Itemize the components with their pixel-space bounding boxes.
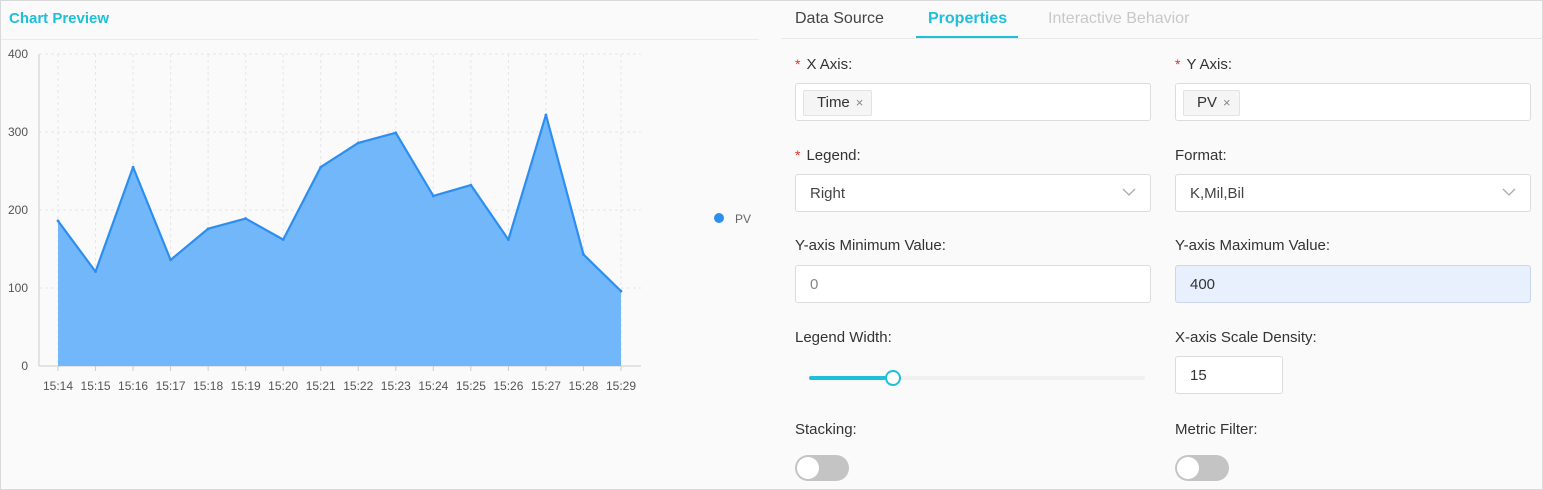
- data-point: [169, 258, 173, 262]
- slider-fill: [809, 376, 893, 380]
- x-tick-label: 15:19: [231, 379, 261, 393]
- y-tick-label: 100: [8, 281, 28, 295]
- x-axis-field[interactable]: Time ×: [795, 83, 1151, 121]
- config-tabs: Data Source Properties Interactive Behav…: [781, 1, 1543, 39]
- data-point: [619, 289, 623, 293]
- remove-tag-icon[interactable]: ×: [1223, 95, 1231, 110]
- format-select-value: K,Mil,Bil: [1190, 185, 1245, 202]
- data-point: [319, 165, 323, 169]
- active-tab-indicator: [916, 36, 1018, 38]
- format-label: Format:: [1175, 147, 1227, 164]
- xdensity-label: X-axis Scale Density:: [1175, 329, 1317, 346]
- xdensity-input[interactable]: 15: [1175, 356, 1283, 394]
- data-point: [544, 113, 548, 117]
- x-axis-label: * X Axis:: [795, 56, 853, 73]
- x-tick-label: 15:29: [606, 379, 636, 393]
- chevron-down-icon: [1122, 188, 1136, 196]
- legend-label: PV: [735, 212, 751, 226]
- series-area-0: [58, 114, 621, 366]
- y-axis-tag: PV ×: [1183, 90, 1240, 116]
- data-point: [507, 238, 510, 242]
- x-tick-label: 15:27: [531, 379, 561, 393]
- x-tick-label: 15:16: [118, 379, 148, 393]
- data-point: [206, 227, 210, 231]
- data-point: [244, 217, 248, 220]
- stacking-label: Stacking:: [795, 421, 857, 438]
- legend-select-value: Right: [810, 185, 846, 202]
- y-tick-label: 0: [21, 359, 28, 373]
- data-point: [469, 183, 473, 187]
- required-asterisk-icon: *: [795, 56, 801, 72]
- data-point: [582, 253, 585, 256]
- data-point: [131, 165, 135, 169]
- toggle-knob: [797, 457, 819, 479]
- metric-filter-label: Metric Filter:: [1175, 421, 1258, 438]
- y-tick-label: 400: [8, 47, 28, 61]
- ymax-label: Y-axis Maximum Value:: [1175, 237, 1331, 254]
- x-tick-label: 15:25: [456, 379, 486, 393]
- x-tick-label: 15:26: [493, 379, 523, 393]
- data-point: [356, 141, 360, 145]
- ymax-input-value: 400: [1190, 276, 1216, 293]
- x-tick-label: 15:24: [418, 379, 448, 393]
- stacking-toggle[interactable]: [795, 455, 849, 481]
- legend-width-label: Legend Width:: [795, 329, 892, 346]
- data-point: [56, 219, 60, 223]
- slider-handle[interactable]: [885, 370, 901, 386]
- format-select[interactable]: K,Mil,Bil: [1175, 174, 1531, 212]
- legend-select[interactable]: Right: [795, 174, 1151, 212]
- x-axis-tag: Time ×: [803, 90, 873, 116]
- data-point: [431, 194, 435, 198]
- tab-interactive-behavior[interactable]: Interactive Behavior: [1048, 10, 1189, 28]
- y-tick-label: 300: [8, 125, 28, 139]
- x-tick-label: 15:28: [568, 379, 598, 393]
- y-axis-label: * Y Axis:: [1175, 56, 1233, 73]
- legend-width-slider[interactable]: [809, 370, 1145, 386]
- data-point: [394, 131, 398, 135]
- chart-area: 0 100 200 300 400 15:14 15:15 15:16 15:17 15:18 15…: [8, 47, 751, 393]
- legend-marker: [714, 213, 724, 223]
- ymin-input[interactable]: 0: [795, 265, 1151, 303]
- toggle-knob: [1177, 457, 1199, 479]
- preview-divider: [1, 39, 759, 40]
- x-tick-label: 15:17: [156, 379, 186, 393]
- legend-label: * Legend:: [795, 147, 861, 164]
- required-asterisk-icon: *: [795, 147, 801, 163]
- y-tick-label: 200: [8, 203, 28, 217]
- metric-filter-toggle[interactable]: [1175, 455, 1229, 481]
- app-frame: Chart Preview 0 100 200 300 400 15:14 15:15 15:…: [0, 0, 1543, 490]
- remove-tag-icon[interactable]: ×: [856, 95, 864, 110]
- x-tick-label: 15:14: [43, 379, 73, 393]
- ymin-input-value: 0: [810, 276, 819, 293]
- chevron-down-icon: [1502, 188, 1516, 196]
- data-point: [94, 270, 97, 274]
- data-point: [281, 238, 285, 242]
- required-asterisk-icon: *: [1175, 56, 1181, 72]
- ymax-input[interactable]: 400: [1175, 265, 1531, 303]
- x-tick-label: 15:18: [193, 379, 223, 393]
- tab-data-source[interactable]: Data Source: [795, 10, 884, 28]
- chart-preview-title: Chart Preview: [9, 10, 110, 27]
- xdensity-input-value: 15: [1190, 367, 1207, 384]
- x-tick-label: 15:23: [381, 379, 411, 393]
- x-tick-label: 15:22: [343, 379, 373, 393]
- x-tick-label: 15:20: [268, 379, 298, 393]
- tab-properties[interactable]: Properties: [928, 10, 1007, 28]
- x-tick-label: 15:21: [306, 379, 336, 393]
- x-tick-label: 15:15: [81, 379, 111, 393]
- y-axis-field[interactable]: PV ×: [1175, 83, 1531, 121]
- ymin-label: Y-axis Minimum Value:: [795, 237, 946, 254]
